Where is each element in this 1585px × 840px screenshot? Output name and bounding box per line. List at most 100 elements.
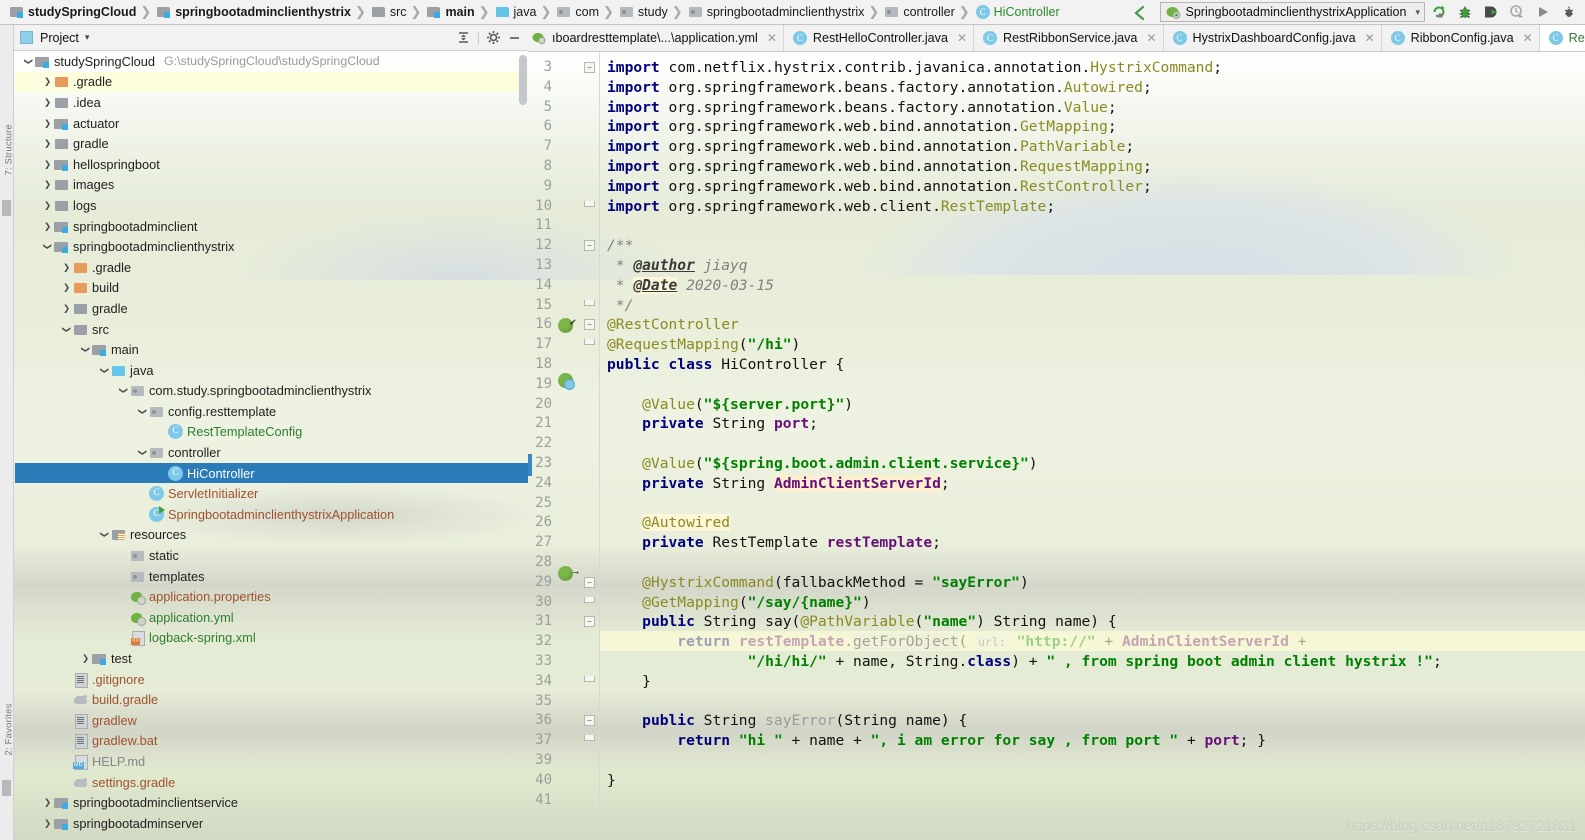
code-line[interactable]: import org.springframework.web.bind.anno… — [607, 157, 1152, 177]
close-icon[interactable]: ✕ — [957, 31, 967, 45]
code-line[interactable]: import org.springframework.beans.factory… — [607, 78, 1152, 98]
chevron-right-icon[interactable] — [79, 653, 92, 664]
tree-item-gradle[interactable]: gradle — [15, 298, 528, 319]
breadcrumb-item-src[interactable]: src — [368, 1, 409, 23]
editor-tab-restribbonservice-java[interactable]: C RestRibbonService.java ✕ — [974, 25, 1164, 51]
editor-tab-bar[interactable]: ıboardresttemplate\...\application.yml ✕ C… — [528, 25, 1585, 52]
tree-item-springbootadminclient[interactable]: springbootadminclient — [15, 216, 528, 237]
chevron-down-icon[interactable] — [79, 344, 92, 355]
code-editor[interactable]: 3 4 5 6 7 8 9 10 11 12 13 14 15 16 17 18 19 20 21 22 23 24 25 2… — [528, 52, 1585, 840]
chevron-down-icon[interactable] — [98, 529, 111, 540]
tree-item-springbootadminserver[interactable]: springbootadminserver — [15, 813, 528, 834]
code-line[interactable]: @Value("${spring.boot.admin.client.servi… — [607, 454, 1037, 474]
code-line[interactable]: @GetMapping("/say/{name}") — [607, 593, 870, 613]
code-line[interactable]: import com.netflix.hystrix.contrib.javan… — [607, 58, 1222, 78]
chevron-right-icon[interactable] — [41, 97, 54, 108]
code-line[interactable]: import org.springframework.web.client.Re… — [607, 197, 1055, 217]
chevron-right-icon[interactable] — [41, 221, 54, 232]
tree-item--gradle[interactable]: .gradle — [15, 71, 528, 93]
tree-item-com-study-springbootadminclienthystrix[interactable]: com.study.springbootadminclienthystrix — [15, 381, 528, 402]
chevron-down-icon[interactable] — [117, 385, 130, 396]
code-line[interactable]: @HystrixCommand(fallbackMethod = "sayErr… — [607, 573, 1029, 593]
close-icon[interactable]: ✕ — [1523, 31, 1533, 45]
tree-item--idea[interactable]: .idea — [15, 92, 528, 113]
strip-handle[interactable] — [2, 780, 11, 796]
tree-item-build-gradle[interactable]: build.gradle — [15, 689, 528, 710]
project-tree-scrollbar[interactable] — [519, 55, 527, 105]
editor-tab-resthellocontroller-java[interactable]: C RestHelloController.java ✕ — [783, 25, 975, 51]
debug-button[interactable] — [1453, 2, 1477, 23]
code-line[interactable]: import org.springframework.web.bind.anno… — [607, 137, 1134, 157]
chevron-right-icon[interactable] — [41, 76, 54, 87]
tree-item-settings-gradle[interactable]: settings.gradle — [15, 772, 528, 793]
breadcrumb-item-com[interactable]: com — [553, 1, 601, 23]
chevron-right-icon[interactable] — [60, 262, 73, 273]
spring-bean-autowired-icon[interactable] — [558, 564, 579, 584]
tree-item-main[interactable]: main — [15, 339, 528, 360]
close-icon[interactable]: ✕ — [1146, 31, 1156, 45]
code-line[interactable]: "/hi/hi/" + name, String.class) + " , fr… — [607, 652, 1442, 672]
tree-item-hellospringboot[interactable]: hellospringboot — [15, 154, 528, 175]
tree-item-gradlew[interactable]: gradlew — [15, 710, 528, 731]
strip-handle[interactable] — [2, 200, 11, 216]
editor-gutter[interactable]: 3 4 5 6 7 8 9 10 11 12 13 14 15 16 17 18 19 20 21 22 23 24 25 2… — [528, 52, 599, 840]
chevron-down-icon[interactable]: ▾ — [1415, 7, 1420, 18]
breadcrumb-item-java[interactable]: java — [492, 1, 539, 23]
code-line[interactable]: public class HiController { — [607, 355, 844, 375]
more-button[interactable] — [1557, 2, 1581, 23]
spring-bean-class-icon[interactable] — [558, 373, 575, 390]
code-line[interactable]: * @Date 2020-03-15 — [607, 276, 774, 296]
code-fold-toggle[interactable] — [584, 675, 595, 682]
tree-item-config-resttemplate[interactable]: config.resttemplate — [15, 401, 528, 422]
chevron-down-icon[interactable] — [98, 365, 111, 376]
close-icon[interactable]: ✕ — [1365, 31, 1375, 45]
code-line[interactable]: @Value("${server.port}") — [607, 395, 853, 415]
code-fold-toggle[interactable] — [584, 299, 595, 306]
code-line[interactable]: /** — [607, 236, 633, 256]
minimize-icon[interactable] — [507, 30, 522, 45]
code-fold-toggle[interactable] — [584, 715, 595, 727]
strip-label-structure[interactable]: 7: Structure — [4, 124, 15, 176]
code-fold-toggle[interactable] — [584, 240, 595, 252]
tree-item--gitignore[interactable]: .gitignore — [15, 669, 528, 690]
spring-bean-check-icon[interactable] — [558, 313, 576, 334]
chevron-down-icon[interactable] — [136, 406, 149, 417]
code-fold-toggle[interactable] — [584, 576, 595, 588]
run-button[interactable] — [1531, 2, 1555, 23]
code-line[interactable]: private String AdminClientServerId; — [607, 474, 950, 494]
code-line[interactable]: } — [607, 771, 616, 791]
tree-item-templates[interactable]: templates — [15, 566, 528, 587]
vcs-change-marker[interactable] — [528, 454, 532, 476]
code-line[interactable]: import org.springframework.beans.factory… — [607, 98, 1117, 118]
close-icon[interactable]: ✕ — [767, 31, 777, 45]
code-fold-toggle[interactable] — [584, 62, 595, 73]
tree-item-springbootadminclienthystrixapplication[interactable]: SpringbootadminclienthystrixApplication — [15, 504, 528, 525]
code-line[interactable]: return "hi " + name + ", i am error for … — [607, 731, 1266, 751]
breadcrumb-item-springbootadminclienthystrix[interactable]: springbootadminclienthystrix — [685, 1, 867, 23]
tree-item-resources[interactable]: resources — [15, 525, 528, 546]
tree-item-actuator[interactable]: actuator — [15, 113, 528, 134]
tree-item-springbootadminclienthystrix[interactable]: springbootadminclienthystrix — [15, 236, 528, 257]
code-fold-toggle[interactable] — [584, 735, 595, 742]
breadcrumb-item-springbootadminclienthystrix[interactable]: springbootadminclienthystrix — [153, 1, 353, 23]
tree-item-servletinitializer[interactable]: ServletInitializer — [15, 483, 528, 504]
code-fold-toggle[interactable] — [584, 339, 595, 346]
editor-tab--boardresttemplate-application-yml[interactable]: ıboardresttemplate\...\application.yml ✕ — [528, 25, 784, 51]
tree-item-application-properties[interactable]: application.properties — [15, 586, 528, 607]
breadcrumb-item-hicontroller[interactable]: HiController — [972, 1, 1062, 23]
chevron-right-icon[interactable] — [41, 138, 54, 149]
tree-item-gradlew-bat[interactable]: gradlew.bat — [15, 731, 528, 752]
tree-item-help-md[interactable]: HELP.md — [15, 751, 528, 772]
tree-item-static[interactable]: static — [15, 545, 528, 566]
tree-item-logs[interactable]: logs — [15, 195, 528, 216]
breadcrumb-item-controller[interactable]: controller — [881, 1, 956, 23]
tree-item-logback-spring-xml[interactable]: logback-spring.xml — [15, 628, 528, 649]
profile-button[interactable] — [1505, 2, 1529, 23]
run-with-coverage-button[interactable] — [1479, 2, 1503, 23]
breadcrumb-item-main[interactable]: main — [423, 1, 476, 23]
code-line[interactable]: private RestTemplate restTemplate; — [607, 533, 941, 553]
strip-label-favorites[interactable]: 2: Favorites — [4, 703, 15, 755]
rerun-button[interactable] — [1427, 2, 1451, 23]
chevron-right-icon[interactable] — [41, 200, 54, 211]
collapse-all-icon[interactable] — [456, 30, 471, 45]
